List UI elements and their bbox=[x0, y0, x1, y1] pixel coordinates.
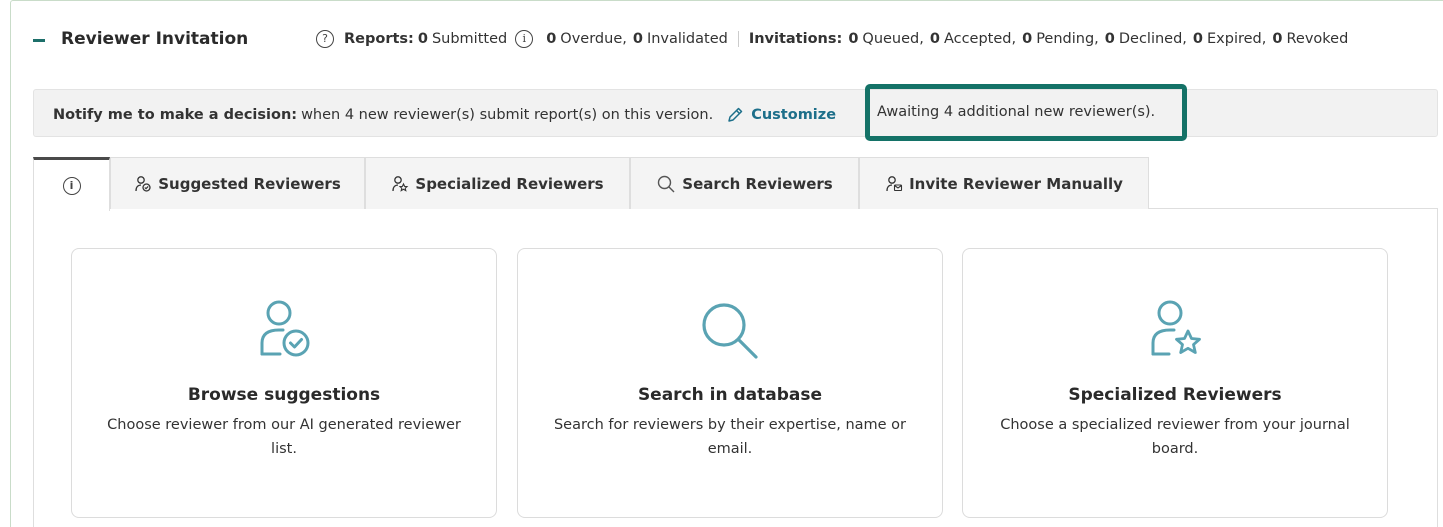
user-star-icon bbox=[1151, 300, 1201, 356]
tab-specialized-label: Specialized Reviewers bbox=[415, 174, 604, 193]
pending-label: Pending, bbox=[1036, 31, 1099, 47]
submitted-count: 0 bbox=[417, 31, 428, 47]
notify-label: Notify me to make a decision: bbox=[53, 107, 298, 123]
invalidated-label: Invalidated bbox=[646, 31, 728, 47]
tab-info[interactable]: i bbox=[33, 157, 110, 211]
pencil-icon bbox=[728, 107, 743, 122]
submitted-label: Submitted bbox=[431, 31, 508, 47]
overdue-count: 0 bbox=[546, 31, 557, 47]
expired-label: Expired, bbox=[1207, 31, 1267, 47]
browse-suggestions-card[interactable]: Browse suggestions Choose reviewer from … bbox=[71, 248, 497, 518]
revoked-label: Revoked bbox=[1286, 31, 1349, 47]
user-mail-icon bbox=[886, 175, 903, 191]
tab-search-reviewers[interactable]: Search Reviewers bbox=[630, 157, 859, 209]
card-description: Search for reviewers by their expertise,… bbox=[553, 417, 907, 457]
tab-suggested-label: Suggested Reviewers bbox=[158, 174, 341, 193]
section-title[interactable]: Reviewer Invitation bbox=[61, 29, 248, 49]
accepted-label: Accepted, bbox=[943, 31, 1017, 47]
tab-manual-label: Invite Reviewer Manually bbox=[909, 174, 1123, 193]
card-description: Choose a specialized reviewer from your … bbox=[1000, 417, 1350, 457]
declined-count: 0 bbox=[1104, 31, 1115, 47]
minus-icon[interactable] bbox=[33, 39, 45, 42]
user-check-icon bbox=[135, 175, 151, 192]
invitations-label: Invitations: bbox=[748, 31, 843, 47]
search-icon bbox=[702, 303, 758, 359]
tab-suggested-reviewers[interactable]: Suggested Reviewers bbox=[110, 157, 365, 209]
awaiting-highlight: Awaiting 4 additional new reviewer(s). bbox=[865, 84, 1187, 141]
accepted-count: 0 bbox=[929, 31, 940, 47]
decision-notify-bar: Notify me to make a decision: when 4 new… bbox=[33, 84, 1438, 141]
user-check-icon bbox=[260, 300, 310, 357]
content-border bbox=[33, 208, 34, 527]
card-title: Specialized Reviewers bbox=[1068, 385, 1282, 405]
tab-specialized-reviewers[interactable]: Specialized Reviewers bbox=[365, 157, 630, 209]
status-summary: ? Reports: 0 Submitted i 0 Overdue, 0 In… bbox=[316, 30, 1348, 48]
tab-invite-manually[interactable]: Invite Reviewer Manually bbox=[859, 157, 1149, 209]
card-title: Search in database bbox=[637, 385, 823, 405]
declined-label: Declined, bbox=[1118, 31, 1187, 47]
search-icon bbox=[658, 175, 675, 192]
customize-link[interactable]: Customize bbox=[725, 105, 836, 125]
reviewer-invitation-panel: Reviewer Invitation ? Reports: 0 Submitt… bbox=[10, 0, 1443, 527]
awaiting-text: Awaiting 4 additional new reviewer(s). bbox=[877, 104, 1156, 120]
section-header: Reviewer Invitation ? Reports: 0 Submitt… bbox=[11, 1, 1443, 79]
customize-label: Customize bbox=[751, 107, 837, 123]
info-icon: i bbox=[62, 176, 81, 195]
notify-rule: when 4 new reviewer(s) submit report(s) … bbox=[301, 107, 714, 123]
info-icon[interactable]: i bbox=[515, 30, 534, 48]
search-database-card[interactable]: Search in database Search for reviewers … bbox=[517, 248, 943, 518]
overdue-label: Overdue, bbox=[560, 31, 627, 47]
user-star-icon bbox=[392, 175, 409, 192]
queued-count: 0 bbox=[848, 31, 859, 47]
card-title: Browse suggestions bbox=[187, 385, 381, 405]
revoked-count: 0 bbox=[1272, 31, 1283, 47]
invalidated-count: 0 bbox=[632, 31, 643, 47]
reports-label: Reports: bbox=[344, 31, 414, 47]
help-icon[interactable]: ? bbox=[316, 30, 334, 48]
divider bbox=[737, 31, 739, 47]
card-description: Choose reviewer from our AI generated re… bbox=[107, 417, 461, 457]
pending-count: 0 bbox=[1022, 31, 1033, 47]
expired-count: 0 bbox=[1192, 31, 1204, 47]
specialized-reviewers-card[interactable]: Specialized Reviewers Choose a specializ… bbox=[962, 248, 1388, 518]
notify-text: Notify me to make a decision: when 4 new… bbox=[53, 105, 836, 125]
queued-label: Queued, bbox=[862, 31, 924, 47]
tab-search-label: Search Reviewers bbox=[682, 174, 833, 193]
